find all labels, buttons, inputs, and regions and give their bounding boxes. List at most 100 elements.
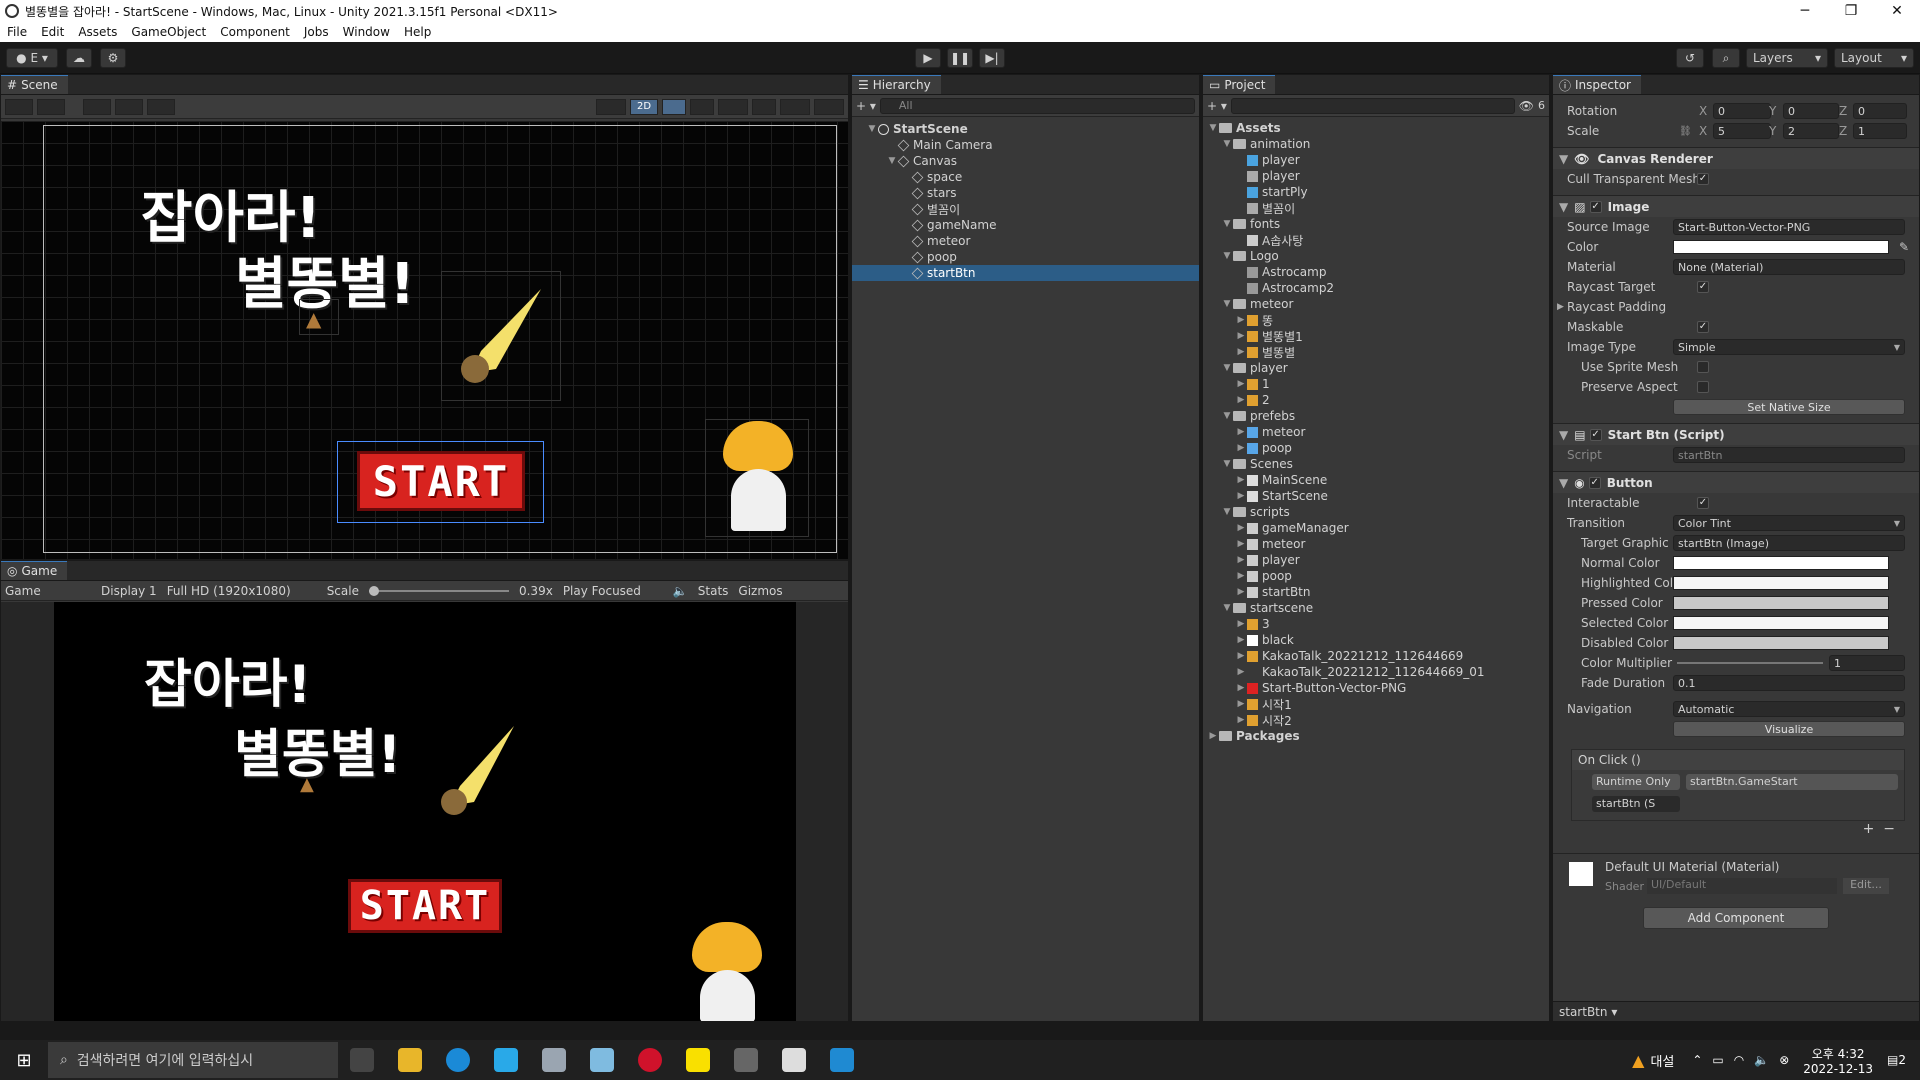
function-dropdown[interactable]: startBtn.GameStart (1686, 774, 1898, 790)
expand-arrow-icon[interactable]: ▼ (1221, 603, 1233, 613)
project-asset[interactable]: startPly (1207, 184, 1549, 200)
project-asset[interactable]: ▶ poop (1207, 568, 1549, 584)
expand-arrow-icon[interactable]: ▶ (1235, 395, 1247, 405)
project-search[interactable] (1230, 97, 1515, 114)
hierarchy-scene-root[interactable]: ▼ StartScene (866, 121, 1199, 137)
close-button[interactable]: ✕ (1874, 3, 1920, 19)
hierarchy-item-stars[interactable]: stars (900, 185, 1199, 201)
project-asset[interactable]: ▶ 1 (1207, 376, 1549, 392)
draw-mode-icon[interactable] (5, 98, 33, 115)
expand-arrow-icon[interactable]: ▼ (1221, 299, 1233, 309)
link-icon[interactable]: ⛓ (1679, 126, 1692, 137)
collab-icon[interactable]: ⚙ (100, 48, 126, 68)
cloud-icon[interactable]: ☁ (66, 48, 92, 68)
tab-hierarchy[interactable]: ☰ Hierarchy (852, 75, 941, 94)
expand-arrow-icon[interactable]: ▼ (1221, 459, 1233, 469)
wifi-icon[interactable]: ◠ (1734, 1053, 1744, 1067)
transition-dropdown[interactable]: Color Tint ▼ (1673, 515, 1905, 531)
scale-slider[interactable] (368, 585, 509, 596)
button-enabled-checkbox[interactable]: ✓ (1588, 476, 1601, 489)
render-mode-icon[interactable] (37, 98, 65, 115)
ime-icon[interactable]: ⊗ (1779, 1053, 1789, 1067)
expand-arrow-icon[interactable]: ▶ (1235, 651, 1247, 661)
menu-file[interactable]: File (0, 25, 34, 39)
expand-arrow-icon[interactable]: ▶ (1207, 731, 1219, 741)
project-asset[interactable]: Astrocamp2 (1207, 280, 1549, 296)
expand-arrow-icon[interactable]: ▶ (1235, 443, 1247, 453)
stats-button[interactable]: Stats (698, 584, 729, 598)
rotation-x[interactable]: 0 (1713, 103, 1771, 119)
menu-assets[interactable]: Assets (71, 25, 124, 39)
project-asset[interactable]: ▶ Start-Button-Vector-PNG (1207, 680, 1549, 696)
pressed-color-swatch[interactable] (1673, 596, 1889, 610)
expand-arrow-icon[interactable]: ▼ (1221, 139, 1233, 149)
project-asset[interactable]: ▶ 시작2 (1207, 712, 1549, 728)
project-folder[interactable]: ▶ Packages (1207, 728, 1549, 744)
battery-icon[interactable]: ▭ (1712, 1053, 1723, 1067)
highlighted-color-swatch[interactable] (1673, 576, 1889, 590)
project-asset[interactable]: ▶ 별똥별1 (1207, 328, 1549, 344)
raycast-target-checkbox[interactable]: ✓ (1697, 281, 1709, 293)
windows-start-icon[interactable]: ⊞ (0, 1050, 48, 1071)
project-folder[interactable]: ▼ Scenes (1207, 456, 1549, 472)
project-asset[interactable]: ▶ player (1207, 552, 1549, 568)
step-button[interactable]: ▶| (979, 48, 1005, 68)
hierarchy-item-canvas[interactable]: ▼ Canvas (886, 153, 1199, 169)
expand-arrow-icon[interactable]: ▼ (1207, 123, 1219, 133)
hidden-packages-icon[interactable]: 👁 (1519, 99, 1534, 113)
project-asset[interactable]: ▶ 3 (1207, 616, 1549, 632)
hierarchy-item-gamename[interactable]: gameName (900, 217, 1199, 233)
expand-arrow-icon[interactable]: ▶ (1235, 635, 1247, 645)
project-asset[interactable]: Astrocamp (1207, 264, 1549, 280)
expand-arrow-icon[interactable]: ▼ (1221, 219, 1233, 229)
project-folder[interactable]: ▼ scripts (1207, 504, 1549, 520)
hidden-objects-icon[interactable] (752, 98, 776, 115)
project-asset[interactable]: A솝사탕 (1207, 232, 1549, 248)
add-event-button[interactable]: + (1863, 821, 1875, 837)
account-dropdown[interactable]: ● E ▾ (6, 48, 58, 68)
layers-dropdown[interactable]: Layers ▾ (1746, 48, 1828, 68)
expand-arrow-icon[interactable]: ▶ (1235, 619, 1247, 629)
vscode-icon[interactable] (830, 1048, 854, 1072)
hierarchy-item-character[interactable]: 별꼼이 (900, 201, 1199, 217)
mute-icon[interactable]: 🔈 (673, 584, 688, 598)
project-asset[interactable]: ▶ 똥 (1207, 312, 1549, 328)
hierarchy-search[interactable]: All (879, 97, 1195, 114)
create-asset-button[interactable]: + ▾ (1207, 99, 1227, 113)
project-asset[interactable]: ▶ meteor (1207, 424, 1549, 440)
grid-icon[interactable] (115, 98, 143, 115)
project-asset[interactable]: player (1207, 168, 1549, 184)
project-asset[interactable]: 별꼼이 (1207, 200, 1549, 216)
project-asset[interactable]: ▶ KakaoTalk_20221212_112644669_01 (1207, 664, 1549, 680)
expand-arrow-icon[interactable]: ▼ (1221, 251, 1233, 261)
menu-jobs[interactable]: Jobs (297, 25, 336, 39)
display-dropdown[interactable]: Display 1 (101, 584, 157, 598)
project-folder[interactable]: ▼ fonts (1207, 216, 1549, 232)
meteor-sprite[interactable] (441, 281, 551, 401)
multiplier-field[interactable]: 1 (1829, 655, 1905, 671)
hierarchy-item-poop[interactable]: poop (900, 249, 1199, 265)
game-view[interactable]: 잡아라! 별똥별! ▲ START (54, 602, 796, 1021)
expand-arrow-icon[interactable]: ▶ (1235, 683, 1247, 693)
tab-scene[interactable]: # Scene (1, 75, 68, 94)
expand-arrow-icon[interactable]: ▶ (1235, 427, 1247, 437)
task-view-icon[interactable] (350, 1048, 374, 1072)
camera-icon[interactable] (780, 98, 810, 115)
scene-view[interactable]: 잡아라! 별똥별! ▲ START (1, 121, 848, 559)
app-icon-2[interactable] (542, 1048, 566, 1072)
visualize-button[interactable]: Visualize (1673, 721, 1905, 737)
opera-icon[interactable] (638, 1048, 662, 1072)
raycast-padding-foldout[interactable]: Raycast Padding (1567, 300, 1666, 314)
project-asset[interactable]: ▶ poop (1207, 440, 1549, 456)
tab-project[interactable]: ▭ Project (1203, 75, 1276, 94)
onclick-object-field[interactable]: startBtn (S (1592, 796, 1680, 812)
tray-chevron-icon[interactable]: ⌃ (1692, 1053, 1702, 1067)
poop-sprite[interactable]: ▲ (306, 307, 321, 331)
navigation-dropdown[interactable]: Automatic ▼ (1673, 701, 1905, 717)
tab-inspector[interactable]: ⓘ Inspector (1553, 75, 1641, 94)
history-icon[interactable]: ↺ (1676, 48, 1704, 68)
expand-arrow-icon[interactable]: ▶ (1235, 587, 1247, 597)
disabled-color-swatch[interactable] (1673, 636, 1889, 650)
add-component-button[interactable]: Add Component (1643, 907, 1829, 929)
set-native-size-button[interactable]: Set Native Size (1673, 399, 1905, 415)
